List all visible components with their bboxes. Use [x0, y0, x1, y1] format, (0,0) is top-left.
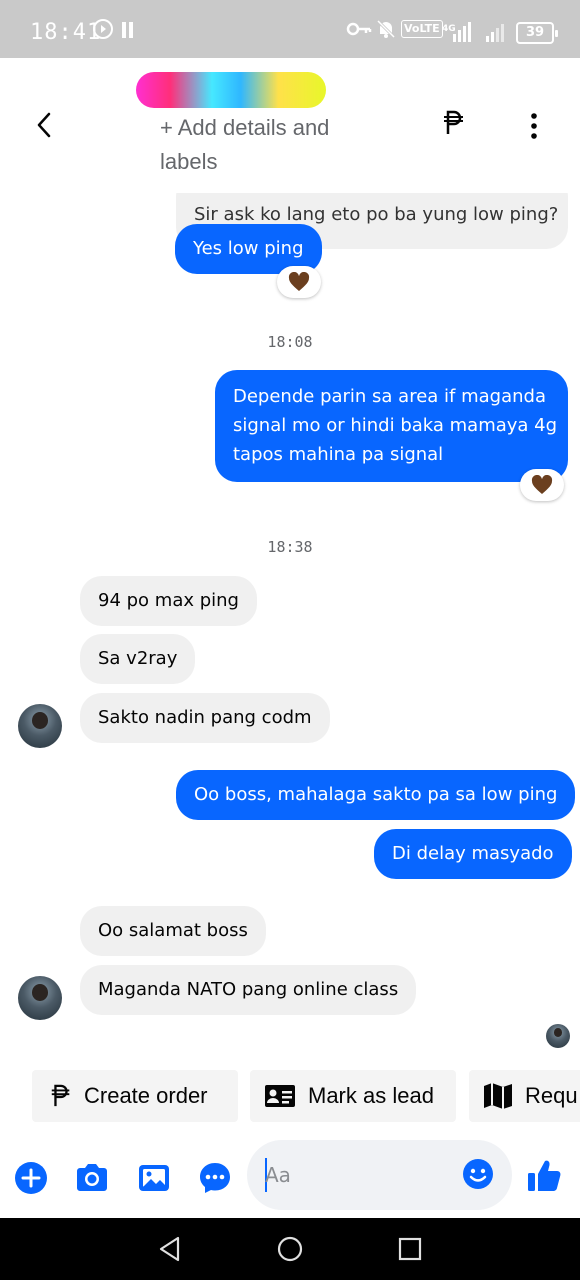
redacted-contact-name	[136, 72, 326, 108]
heart-reaction[interactable]	[520, 469, 564, 501]
message-incoming[interactable]: Maganda NATO pang online class	[80, 965, 417, 1015]
timestamp: 18:08	[267, 333, 313, 351]
message-incoming[interactable]: Sakto nadin pang codm	[80, 693, 330, 743]
key-icon	[346, 18, 372, 46]
system-navigation-bar	[0, 1218, 580, 1280]
quick-actions-bar[interactable]: Create order Mark as lead Requ	[0, 1070, 580, 1124]
message-thread[interactable]: Sir ask ko lang eto po ba yung low ping?…	[0, 193, 580, 1050]
nav-recents-button[interactable]	[398, 1237, 422, 1261]
nav-back-button[interactable]	[157, 1236, 183, 1262]
volte-badge: VoLTE	[401, 20, 443, 38]
create-order-button[interactable]: Create order	[32, 1070, 238, 1122]
network-type-label: 4G	[442, 24, 456, 34]
image-icon	[139, 1165, 169, 1191]
create-order-label: Create order	[84, 1083, 208, 1108]
message-outgoing[interactable]: Oo boss, mahalaga sakto pa sa low ping	[176, 770, 576, 820]
screen-record-icon	[92, 18, 114, 46]
add-details-and-labels-link[interactable]: + Add details and labels	[160, 111, 390, 179]
emoji-button[interactable]	[461, 1157, 497, 1193]
like-button[interactable]	[525, 1157, 565, 1197]
contact-card-icon	[265, 1085, 295, 1107]
heart-reaction[interactable]	[277, 266, 321, 298]
more-options-button[interactable]	[522, 112, 546, 140]
message-outgoing[interactable]: Di delay masyado	[374, 829, 572, 879]
vertical-dots-icon	[531, 113, 537, 139]
square-recents-icon	[398, 1237, 422, 1261]
signal-bars-2-icon	[484, 20, 508, 50]
message-input[interactable]	[265, 1160, 445, 1190]
timestamp: 18:38	[267, 538, 313, 556]
saved-replies-button[interactable]	[197, 1160, 233, 1196]
status-time: 18:41	[30, 20, 102, 45]
request-button[interactable]: Requ	[469, 1070, 580, 1122]
chevron-left-icon	[37, 112, 51, 138]
signal-bars-icon	[120, 18, 140, 46]
message-line: Depende parin sa area if maganda	[233, 386, 546, 407]
peso-payment-button[interactable]	[443, 110, 465, 142]
map-icon	[484, 1083, 512, 1109]
mute-notifications-icon	[375, 18, 397, 46]
back-button[interactable]	[30, 110, 60, 140]
gallery-button[interactable]	[136, 1160, 172, 1196]
message-incoming[interactable]: Sa v2ray	[80, 634, 196, 684]
message-outgoing-multiline[interactable]: Depende parin sa area if maganda signal …	[215, 370, 568, 482]
request-label: Requ	[525, 1083, 578, 1108]
message-line: tapos mahina pa signal	[233, 444, 444, 465]
circle-home-icon	[277, 1236, 303, 1262]
contact-avatar[interactable]	[18, 976, 62, 1020]
message-line: signal mo or hindi baka mamaya 4g	[233, 415, 558, 436]
message-composer	[0, 1140, 580, 1218]
chat-bubble-icon	[200, 1163, 230, 1193]
contact-avatar[interactable]	[18, 704, 62, 748]
peso-icon	[51, 1084, 70, 1107]
mark-as-lead-button[interactable]: Mark as lead	[250, 1070, 456, 1122]
seen-receipt-avatar	[546, 1024, 570, 1048]
mark-as-lead-label: Mark as lead	[308, 1083, 434, 1108]
heart-icon	[531, 475, 553, 494]
peso-icon	[444, 110, 463, 134]
camera-button[interactable]	[74, 1160, 110, 1196]
triangle-back-icon	[159, 1236, 180, 1262]
smiley-icon	[463, 1159, 493, 1189]
message-incoming[interactable]: 94 po max ping	[80, 576, 257, 626]
message-input-container[interactable]	[247, 1140, 512, 1210]
camera-icon	[77, 1164, 107, 1191]
add-button[interactable]	[13, 1160, 49, 1196]
battery-indicator: 39	[516, 22, 558, 44]
thumbs-up-icon	[528, 1160, 561, 1191]
heart-icon	[288, 272, 310, 291]
plus-circle-icon	[15, 1162, 47, 1194]
message-incoming[interactable]: Oo salamat boss	[80, 906, 266, 956]
status-bar: 18:41 VoLTE 4G 39	[0, 0, 580, 58]
nav-home-button[interactable]	[277, 1236, 303, 1262]
